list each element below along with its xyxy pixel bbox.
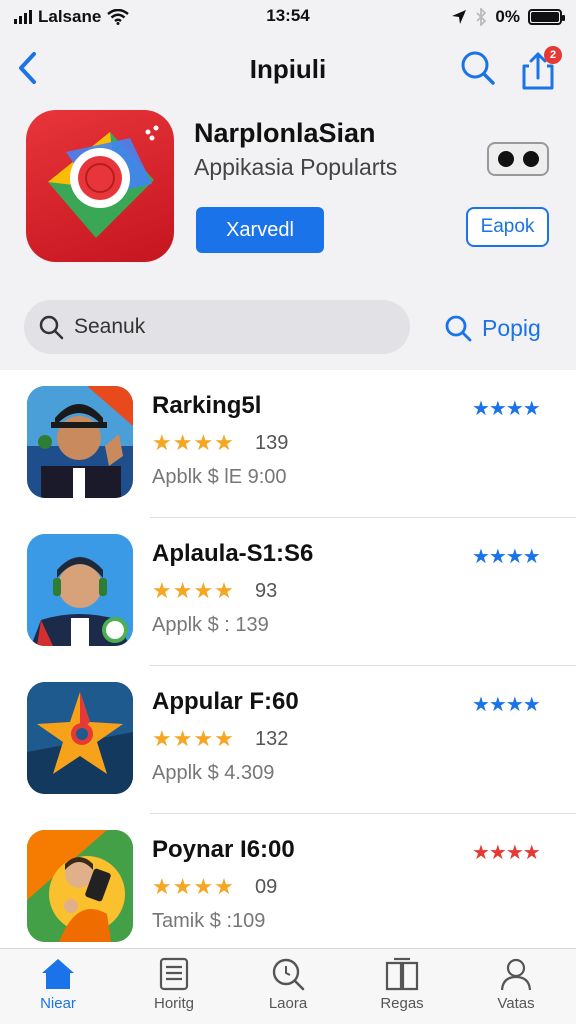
app-name: Aplaula-S1:S6 bbox=[152, 540, 314, 567]
tab-label: Laora bbox=[268, 995, 308, 1012]
install-button[interactable]: Xarvedl bbox=[196, 207, 324, 253]
search-bar[interactable] bbox=[24, 300, 410, 354]
tab-ranking[interactable]: Horitg bbox=[124, 957, 224, 1012]
profile-icon bbox=[500, 958, 532, 991]
tab-bar: Niear Horitg Laora Regas Vatas bbox=[0, 948, 576, 1024]
back-chevron-icon[interactable] bbox=[12, 48, 46, 88]
star-rating: ★★★★ bbox=[152, 874, 235, 899]
list-item[interactable]: Appular F:60 ★★★★ 132 Applk $ 4.309 ★★★★ bbox=[0, 666, 576, 814]
review-count: 139 bbox=[255, 432, 289, 454]
app-name: Appular F:60 bbox=[152, 688, 299, 715]
open-button[interactable]: Eapok bbox=[466, 207, 549, 247]
rating-stars: ★★★★ bbox=[472, 398, 541, 420]
list-icon bbox=[159, 957, 189, 991]
tab-label: Regas bbox=[380, 995, 424, 1012]
review-count: 93 bbox=[255, 580, 278, 602]
app-list: Rarking5l ★★★★ 139 Apblk $ lE 9:00 ★★★★ … bbox=[0, 370, 576, 948]
search-icon bbox=[39, 315, 64, 340]
location-icon bbox=[452, 10, 467, 24]
wifi-icon bbox=[107, 9, 130, 25]
star-rating: ★★★★ bbox=[152, 430, 235, 455]
search-input[interactable] bbox=[74, 310, 394, 344]
tab-profile[interactable]: Vatas bbox=[466, 957, 566, 1012]
popular-label: Popig bbox=[482, 314, 541, 341]
app-thumbnail bbox=[27, 386, 133, 498]
tab-regas[interactable]: Regas bbox=[352, 957, 452, 1012]
search-icon[interactable] bbox=[458, 48, 498, 88]
popular-button[interactable]: Popig bbox=[444, 310, 541, 346]
book-icon bbox=[385, 957, 419, 991]
rating-stars: ★★★★ bbox=[472, 694, 541, 716]
tab-search[interactable]: Laora bbox=[238, 957, 338, 1012]
rating-stars: ★★★★ bbox=[472, 842, 541, 864]
featured-app-icon[interactable] bbox=[26, 110, 174, 262]
featured-app-subtitle: Appikasia Popularts bbox=[194, 154, 398, 180]
search-icon bbox=[272, 958, 305, 991]
list-item[interactable]: Rarking5l ★★★★ 139 Apblk $ lE 9:00 ★★★★ bbox=[0, 370, 576, 518]
app-price: Applk $ 4.309 bbox=[152, 762, 275, 784]
tab-label: Vatas bbox=[497, 995, 535, 1012]
toggle-switch[interactable] bbox=[487, 142, 549, 176]
app-price: Apblk $ lE 9:00 bbox=[152, 466, 287, 488]
share-button[interactable]: 2 bbox=[518, 44, 562, 90]
rating-stars: ★★★★ bbox=[472, 546, 541, 568]
star-rating: ★★★★ bbox=[152, 726, 235, 751]
featured-app: NarplonlaSian Appikasia Popularts Xarved… bbox=[0, 108, 576, 273]
app-name: Poynar I6:00 bbox=[152, 836, 295, 863]
bluetooth-icon bbox=[476, 8, 487, 26]
app-thumbnail bbox=[27, 534, 133, 646]
app-price: Applk $ : 139 bbox=[152, 614, 269, 636]
search-row: Popig bbox=[0, 300, 576, 356]
search-icon bbox=[445, 315, 472, 342]
app-name: Rarking5l bbox=[152, 392, 262, 419]
review-count: 132 bbox=[255, 728, 289, 750]
battery-percent: 0% bbox=[495, 7, 520, 26]
star-rating: ★★★★ bbox=[152, 578, 235, 603]
list-item[interactable]: Poynar I6:00 ★★★★ 09 Tamik $ :109 ★★★★ bbox=[0, 814, 576, 962]
signal-icon bbox=[14, 10, 32, 24]
app-price: Tamik $ :109 bbox=[152, 910, 266, 932]
carrier-label: Lalsane bbox=[38, 7, 102, 26]
app-thumbnail bbox=[27, 682, 133, 794]
review-count: 09 bbox=[255, 876, 278, 898]
status-bar: Lalsane 13:54 0% bbox=[0, 0, 576, 34]
tab-label: Horitg bbox=[153, 995, 194, 1012]
tab-label: Niear bbox=[40, 995, 76, 1012]
tab-home[interactable]: Niear bbox=[8, 957, 108, 1012]
list-item[interactable]: Aplaula-S1:S6 ★★★★ 93 Applk $ : 139 ★★★★ bbox=[0, 518, 576, 666]
app-thumbnail bbox=[27, 830, 133, 942]
notification-badge: 2 bbox=[544, 46, 562, 64]
home-icon bbox=[42, 959, 74, 989]
nav-bar: Inpiuli 2 bbox=[0, 40, 576, 100]
featured-app-name: NarplonlaSian bbox=[194, 118, 376, 148]
battery-icon bbox=[528, 9, 565, 25]
